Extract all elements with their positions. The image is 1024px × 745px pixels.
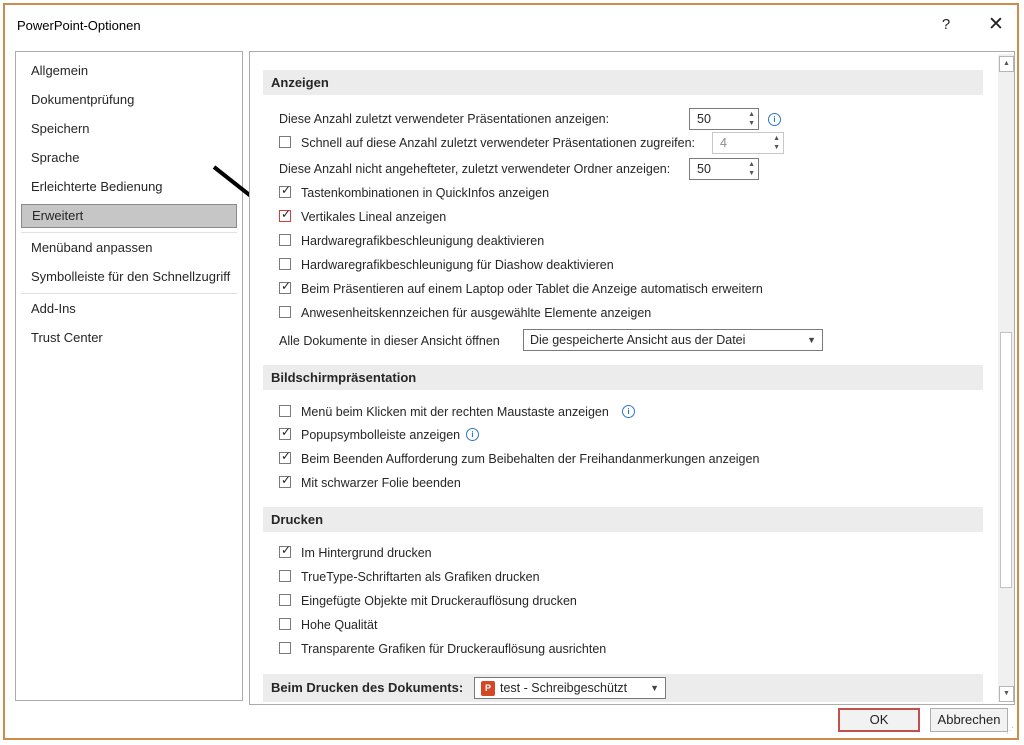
info-icon[interactable]: i: [768, 113, 781, 126]
unpinned-folders-value: 50: [697, 162, 711, 176]
spinner-arrows-icon: ▲ ▼: [773, 135, 780, 151]
checkbox[interactable]: [279, 234, 291, 246]
vertical-scrollbar[interactable]: ▲ ▼: [998, 54, 1014, 702]
beim-drucken-label: Beim Drucken des Dokuments:: [271, 680, 464, 695]
info-icon[interactable]: i: [466, 428, 479, 441]
print-document-dropdown[interactable]: Ptest - Schreibgeschützt ▼: [474, 677, 666, 699]
quick-access-label: Schnell auf diese Anzahl zuletzt verwend…: [301, 136, 695, 150]
nav-item-schnellzugriff[interactable]: Symbolleiste für den Schnellzugriff: [21, 266, 237, 290]
section-header-bildschirmpraesentation: Bildschirmpräsentation: [263, 365, 983, 390]
checkbox[interactable]: ✓: [279, 279, 292, 294]
checkmark-icon: ✓: [281, 425, 292, 439]
checkbox-label: TrueType-Schriftarten als Grafiken druck…: [301, 570, 540, 584]
checkmark-icon: ✓: [281, 543, 292, 557]
nav-item-speichern[interactable]: Speichern: [21, 118, 237, 142]
checkbox[interactable]: ✓: [279, 183, 292, 198]
help-button[interactable]: ?: [932, 13, 960, 37]
scroll-up-icon[interactable]: ▲: [999, 56, 1014, 72]
quick-access-spinner: 4 ▲ ▼: [712, 132, 784, 154]
nav-item-allgemein[interactable]: Allgemein: [21, 60, 237, 84]
recent-presentations-spinner[interactable]: 50 ▲ ▼: [689, 108, 759, 130]
checkbox-label: Anwesenheitskennzeichen für ausgewählte …: [301, 306, 652, 320]
checkbox-label: Eingefügte Objekte mit Druckerauflösung …: [301, 594, 577, 608]
section-header-anzeigen: Anzeigen: [263, 70, 983, 95]
title-bar: PowerPoint-Optionen ? ✕: [5, 5, 1017, 45]
ok-button[interactable]: OK: [838, 708, 920, 732]
open-all-label: Alle Dokumente in dieser Ansicht öffnen: [279, 334, 500, 348]
cancel-button[interactable]: Abbrechen: [930, 708, 1008, 732]
checkmark-icon: ✓: [281, 473, 292, 487]
checkbox-label: Hohe Qualität: [301, 618, 378, 632]
checkbox[interactable]: ✓: [279, 543, 292, 558]
nav-item-add-ins[interactable]: Add-Ins: [21, 298, 237, 322]
options-content-pane: Anzeigen Diese Anzahl zuletzt verwendete…: [249, 51, 1015, 705]
close-button[interactable]: ✕: [982, 13, 1010, 37]
checkbox[interactable]: ✓: [279, 473, 292, 488]
checkbox-label: Beim Präsentieren auf einem Laptop oder …: [301, 282, 763, 296]
nav-item-trust-center[interactable]: Trust Center: [21, 327, 237, 351]
checkbox[interactable]: [279, 642, 291, 654]
open-all-dropdown[interactable]: Die gespeicherte Ansicht aus der Datei ▼: [523, 329, 823, 351]
open-all-value: Die gespeicherte Ansicht aus der Datei: [530, 333, 746, 347]
checkbox[interactable]: ✓: [279, 207, 292, 222]
checkbox[interactable]: [279, 405, 291, 417]
checkmark-icon: ✓: [281, 279, 292, 293]
checkbox[interactable]: [279, 618, 291, 630]
powerpoint-file-icon: P: [481, 681, 495, 697]
checkmark-icon: ✓: [281, 183, 292, 197]
scrollbar-thumb[interactable]: [1000, 332, 1012, 588]
nav-item-dokumentpruefung[interactable]: Dokumentprüfung: [21, 89, 237, 113]
checkbox[interactable]: [279, 570, 291, 582]
checkmark-icon: ✓: [281, 449, 292, 463]
nav-item-erweitert[interactable]: Erweitert: [21, 204, 237, 228]
nav-item-menueband-anpassen[interactable]: Menüband anpassen: [21, 237, 237, 261]
quick-access-value: 4: [720, 136, 727, 150]
spinner-arrows-icon[interactable]: ▲ ▼: [748, 110, 755, 128]
checkbox-label: Vertikales Lineal anzeigen: [301, 210, 447, 224]
checkbox-label: Mit schwarzer Folie beenden: [301, 476, 461, 490]
section-header-drucken: Drucken: [263, 507, 983, 532]
checkbox-label: Hardwaregrafikbeschleunigung für Diashow…: [301, 258, 614, 272]
checkbox-label: Hardwaregrafikbeschleunigung deaktiviere…: [301, 234, 545, 248]
info-icon[interactable]: i: [622, 405, 635, 418]
checkmark-icon: ✓: [281, 207, 292, 221]
unpinned-folders-spinner[interactable]: 50 ▲ ▼: [689, 158, 759, 180]
checkbox[interactable]: ✓: [279, 425, 292, 440]
spinner-arrows-icon[interactable]: ▲ ▼: [748, 160, 755, 178]
dialog-title: PowerPoint-Optionen: [17, 18, 141, 33]
nav-item-erleichterte-bedienung[interactable]: Erleichterte Bedienung: [21, 176, 237, 200]
dropdown-arrow-icon: ▼: [650, 683, 659, 693]
checkbox-label: Popupsymbolleiste anzeigen: [301, 428, 461, 442]
nav-item-sprache[interactable]: Sprache: [21, 147, 237, 171]
category-nav: Allgemein Dokumentprüfung Speichern Spra…: [15, 51, 243, 701]
nav-divider: [21, 293, 237, 294]
checkbox-label: Beim Beenden Aufforderung zum Beibehalte…: [301, 452, 760, 466]
checkbox[interactable]: [279, 306, 291, 318]
unpinned-folders-label: Diese Anzahl nicht angehefteter, zuletzt…: [279, 162, 671, 176]
scroll-down-icon[interactable]: ▼: [999, 686, 1014, 702]
checkbox[interactable]: ✓: [279, 449, 292, 464]
recent-presentations-value: 50: [697, 112, 711, 126]
checkbox-label: Transparente Grafiken für Druckerauflösu…: [301, 642, 607, 656]
options-dialog: PowerPoint-Optionen ? ✕ Allgemein Dokume…: [3, 3, 1019, 740]
quick-access-checkbox[interactable]: [279, 136, 291, 148]
checkbox-label: Menü beim Klicken mit der rechten Mausta…: [301, 405, 609, 419]
checkbox[interactable]: [279, 258, 291, 270]
checkbox-label: Tastenkombinationen in QuickInfos anzeig…: [301, 186, 550, 200]
resize-grip-icon[interactable]: ⋰: [1006, 726, 1014, 735]
checkbox-label: Im Hintergrund drucken: [301, 546, 432, 560]
dropdown-arrow-icon: ▼: [807, 335, 816, 345]
print-document-value: test - Schreibgeschützt: [500, 681, 628, 695]
recent-presentations-label: Diese Anzahl zuletzt verwendeter Präsent…: [279, 112, 610, 126]
nav-divider: [21, 232, 237, 233]
checkbox[interactable]: [279, 594, 291, 606]
